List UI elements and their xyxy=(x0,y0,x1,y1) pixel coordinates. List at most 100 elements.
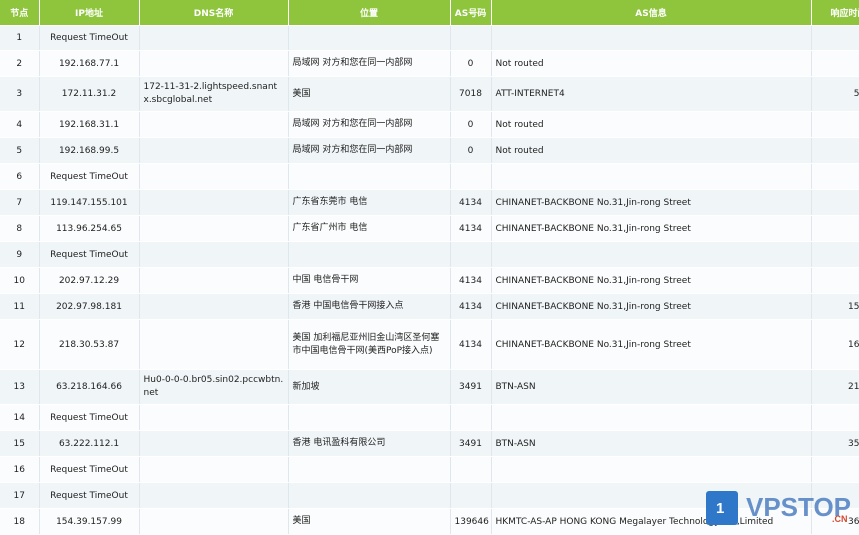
cell-as-info: CHINANET-BACKBONE No.31,Jin-rong Street xyxy=(491,267,812,294)
header-as-info: AS信息 xyxy=(491,0,812,26)
cell-asn: 7018 xyxy=(450,76,492,112)
table-header-row: 节点 IP地址 DNS名称 位置 AS号码 AS信息 响应时间 xyxy=(0,0,859,26)
cell-response-time: 6 ms xyxy=(811,267,859,294)
cell-asn: 0 xyxy=(450,137,492,164)
cell-location: 新加坡 xyxy=(288,369,451,405)
cell-dns xyxy=(139,137,289,164)
traceroute-table: 节点 IP地址 DNS名称 位置 AS号码 AS信息 响应时间 1Request… xyxy=(0,0,859,535)
header-asn: AS号码 xyxy=(450,0,492,26)
cell-as-info: CHINANET-BACKBONE No.31,Jin-rong Street xyxy=(491,189,812,216)
cell-dns: Hu0-0-0-0.br05.sin02.pccwbtn.net xyxy=(139,369,289,405)
watermark-badge: 1 xyxy=(706,491,738,525)
cell-as-info: BTN-ASN xyxy=(491,369,812,405)
cell-dns xyxy=(139,508,289,535)
cell-asn xyxy=(450,25,492,51)
cell-asn: 4134 xyxy=(450,319,492,370)
cell-asn: 4134 xyxy=(450,189,492,216)
cell-asn: 4134 xyxy=(450,267,492,294)
cell-location xyxy=(288,482,451,509)
cell-location: 美国 加利福尼亚州旧金山湾区圣何塞市中国电信骨干网(美西PoP接入点) xyxy=(288,319,451,370)
cell-asn xyxy=(450,482,492,509)
cell-dns xyxy=(139,241,289,268)
table-row: 1Request TimeOut * xyxy=(0,25,859,51)
cell-ip: 172.11.31.2 xyxy=(39,76,140,112)
cell-ip: 119.147.155.101 xyxy=(39,189,140,216)
cell-as-info: CHINANET-BACKBONE No.31,Jin-rong Street xyxy=(491,293,812,320)
cell-as-info xyxy=(491,456,812,483)
header-dns: DNS名称 xyxy=(139,0,289,26)
table-row: 7 119.147.155.101 广东省东莞市 电信 4134 CHINANET-BA… xyxy=(0,189,859,216)
cell-as-info: CHINANET-BACKBONE No.31,Jin-rong Street xyxy=(491,215,812,242)
cell-hop: 7 xyxy=(0,189,40,216)
cell-asn: 3491 xyxy=(450,430,492,457)
cell-hop: 10 xyxy=(0,267,40,294)
cell-response-time: 4 ms xyxy=(811,137,859,164)
cell-as-info: BTN-ASN xyxy=(491,430,812,457)
cell-asn: 139646 xyxy=(450,508,492,535)
cell-ip: Request TimeOut xyxy=(39,25,140,51)
cell-response-time: * xyxy=(811,163,859,190)
cell-location xyxy=(288,25,451,51)
table-row: 11 202.97.98.181 香港 中国电信骨干网接入点 4134 CHINANET… xyxy=(0,293,859,320)
cell-location xyxy=(288,163,451,190)
cell-asn: 4134 xyxy=(450,215,492,242)
cell-hop: 9 xyxy=(0,241,40,268)
cell-response-time: 2 ms xyxy=(811,50,859,77)
table-row: 3 172.11.31.2 172-11-31-2.lightspeed.snant… xyxy=(0,76,859,112)
header-response-time: 响应时间 xyxy=(811,0,859,26)
cell-dns xyxy=(139,189,289,216)
cell-hop: 11 xyxy=(0,293,40,320)
table-row: 1563.222.112.1 香港 电讯盈科有限公司3491BTN-ASN350 … xyxy=(0,430,859,457)
cell-dns: 172-11-31-2.lightspeed.snantx.sbcglobal.… xyxy=(139,76,289,112)
cell-response-time: 5 ms xyxy=(811,111,859,138)
cell-hop: 2 xyxy=(0,50,40,77)
cell-hop: 18 xyxy=(0,508,40,535)
cell-location xyxy=(288,241,451,268)
cell-hop: 8 xyxy=(0,215,40,242)
cell-asn: 0 xyxy=(450,50,492,77)
cell-dns xyxy=(139,215,289,242)
vpstop-watermark: 1 VPSTOP .CN xyxy=(706,488,856,534)
cell-location: 香港 中国电信骨干网接入点 xyxy=(288,293,451,320)
cell-dns xyxy=(139,163,289,190)
cell-hop: 3 xyxy=(0,76,40,112)
cell-asn xyxy=(450,163,492,190)
table-row: 13 63.218.164.66 Hu0-0-0-0.br05.sin02.pccw… xyxy=(0,369,859,405)
cell-ip: Request TimeOut xyxy=(39,163,140,190)
cell-response-time: 161 ms xyxy=(811,319,859,370)
cell-response-time: * xyxy=(811,404,859,431)
cell-dns xyxy=(139,319,289,370)
cell-ip: 192.168.77.1 xyxy=(39,50,140,77)
table-row: 12 218.30.53.87 美国 加利福尼亚州旧金山湾区圣何塞市中国电信骨干网(… xyxy=(0,319,859,370)
cell-location: 局域网 对方和您在同一内部网 xyxy=(288,111,451,138)
cell-as-info: Not routed xyxy=(491,50,812,77)
table-row: 9Request TimeOut * xyxy=(0,241,859,268)
cell-asn xyxy=(450,404,492,431)
cell-location: 美国 xyxy=(288,76,451,112)
cell-location: 广东省广州市 电信 xyxy=(288,215,451,242)
cell-dns xyxy=(139,267,289,294)
cell-hop: 15 xyxy=(0,430,40,457)
cell-response-time: * xyxy=(811,456,859,483)
cell-hop: 4 xyxy=(0,111,40,138)
cell-ip: 154.39.157.99 xyxy=(39,508,140,535)
cell-location: 美国 xyxy=(288,508,451,535)
cell-ip: 63.218.164.66 xyxy=(39,369,140,405)
cell-dns xyxy=(139,482,289,509)
cell-ip: Request TimeOut xyxy=(39,404,140,431)
cell-ip: 202.97.98.181 xyxy=(39,293,140,320)
cell-response-time: 55 ms xyxy=(811,76,859,112)
cell-response-time: 5 ms xyxy=(811,215,859,242)
cell-as-info xyxy=(491,25,812,51)
cell-as-info xyxy=(491,241,812,268)
cell-ip: 218.30.53.87 xyxy=(39,319,140,370)
cell-location: 中国 电信骨干网 xyxy=(288,267,451,294)
cell-ip: 63.222.112.1 xyxy=(39,430,140,457)
cell-as-info: Not routed xyxy=(491,137,812,164)
watermark-subtext: .CN xyxy=(832,514,848,524)
cell-ip: 113.96.254.65 xyxy=(39,215,140,242)
cell-location: 局域网 对方和您在同一内部网 xyxy=(288,50,451,77)
cell-ip: Request TimeOut xyxy=(39,241,140,268)
cell-response-time: 4 ms xyxy=(811,189,859,216)
table-row: 2192.168.77.1 局域网 对方和您在同一内部网0Not routed2 … xyxy=(0,50,859,77)
